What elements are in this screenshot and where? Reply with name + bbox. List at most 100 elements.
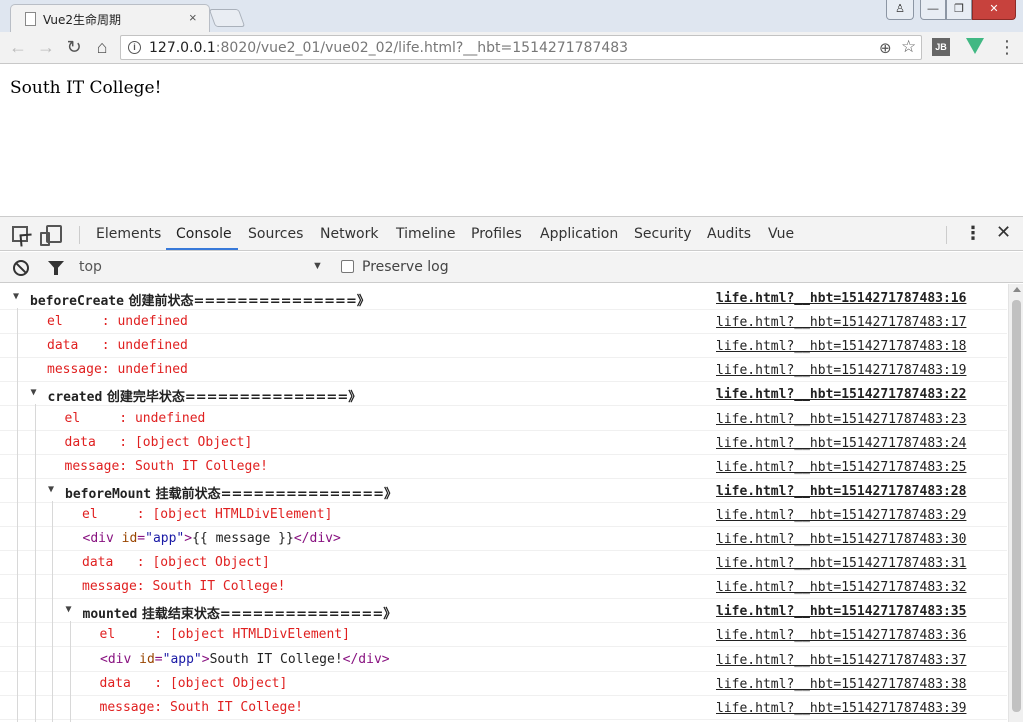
forward-arrow-icon[interactable]: → <box>36 37 56 57</box>
tab-audits[interactable]: Audits <box>707 226 751 242</box>
source-link[interactable]: life.html?__hbt=1514271787483:32 <box>716 580 966 595</box>
tab-elements[interactable]: Elements <box>96 226 161 242</box>
element-preview[interactable]: <div id="app">South IT College!</div> <box>100 652 390 667</box>
tab-profiles[interactable]: Profiles <box>471 226 522 242</box>
source-link[interactable]: life.html?__hbt=1514271787483:16 <box>716 291 966 306</box>
devtools-tabbar: Elements Console Sources Network Timelin… <box>0 216 1023 251</box>
devtools-close-icon[interactable]: ✕ <box>996 222 1011 243</box>
log-message: el : [object HTMLDivElement] <box>99 627 350 643</box>
html-tag-close: > <box>201 651 210 667</box>
context-selector[interactable]: top <box>79 259 102 275</box>
source-link[interactable]: life.html?__hbt=1514271787483:22 <box>716 387 966 402</box>
browser-menu-icon[interactable]: ⋮ <box>998 37 1016 58</box>
log-message: message: South IT College! <box>82 579 286 595</box>
source-link[interactable]: life.html?__hbt=1514271787483:28 <box>716 484 966 499</box>
address-bar[interactable]: i 127.0.0.1:8020/vue2_01/vue02_02/life.h… <box>120 35 922 60</box>
tab-close-icon[interactable]: × <box>189 10 197 25</box>
close-window-button[interactable]: ✕ <box>972 0 1016 20</box>
console-log-row: message: undefined life.html?__hbt=151427… <box>0 358 1007 383</box>
console-log-row: el : [object HTMLDivElement] life.html?__… <box>0 623 1007 648</box>
expand-triangle-icon[interactable]: ▼ <box>48 484 54 495</box>
page-icon <box>25 12 36 26</box>
back-arrow-icon[interactable]: ← <box>8 37 28 57</box>
info-icon[interactable]: i <box>128 41 141 54</box>
devtools-menu-icon[interactable]: ⋮ <box>964 223 982 244</box>
maximize-button[interactable]: ❐ <box>946 0 972 20</box>
browser-toolbar: ← → ↻ ⌂ i 127.0.0.1:8020/vue2_01/vue02_0… <box>0 32 1023 64</box>
expand-triangle-icon[interactable]: ▼ <box>31 387 37 398</box>
user-icon[interactable]: ♙ <box>886 0 914 20</box>
scroll-up-arrow-icon[interactable] <box>1013 287 1021 292</box>
console-group-header[interactable]: ▼ beforeCreate 创建前状态===============》 life.… <box>0 286 1007 310</box>
expand-triangle-icon[interactable]: ▼ <box>66 604 72 615</box>
source-link[interactable]: life.html?__hbt=1514271787483:31 <box>716 556 966 571</box>
minimize-button[interactable]: — <box>920 0 946 20</box>
tab-application[interactable]: Application <box>540 226 618 242</box>
clear-console-icon[interactable] <box>13 260 29 276</box>
html-end-tag: </div> <box>293 531 341 546</box>
source-link[interactable]: life.html?__hbt=1514271787483:29 <box>716 508 966 523</box>
source-link[interactable]: life.html?__hbt=1514271787483:35 <box>716 604 966 619</box>
source-link[interactable]: life.html?__hbt=1514271787483:18 <box>716 339 966 354</box>
jetbrains-extension-icon[interactable]: JB <box>932 38 950 56</box>
scroll-thumb[interactable] <box>1012 300 1021 712</box>
filter-icon[interactable] <box>48 261 64 275</box>
source-link[interactable]: life.html?__hbt=1514271787483:37 <box>716 653 966 668</box>
expand-triangle-icon[interactable]: ▼ <box>13 291 19 302</box>
inspect-element-icon[interactable] <box>12 226 28 242</box>
source-link[interactable]: life.html?__hbt=1514271787483:30 <box>716 532 966 547</box>
bookmark-star-icon[interactable]: ☆ <box>901 37 916 57</box>
html-open-tag: <div <box>100 651 140 667</box>
html-equals: = <box>154 651 163 667</box>
log-message: data : [object Object] <box>82 555 270 571</box>
console-scrollbar[interactable] <box>1008 284 1023 722</box>
preserve-log-checkbox[interactable] <box>341 260 354 273</box>
source-link[interactable]: life.html?__hbt=1514271787483:19 <box>716 363 966 378</box>
source-link[interactable]: life.html?__hbt=1514271787483:23 <box>716 412 966 427</box>
group-description: 挂载前状态===============》 <box>151 486 398 502</box>
url-text: 127.0.0.1:8020/vue2_01/vue02_02/life.htm… <box>149 40 628 56</box>
tab-sources[interactable]: Sources <box>248 226 303 242</box>
console-output[interactable]: ▼ beforeCreate 创建前状态===============》 life.… <box>0 284 1023 722</box>
tab-timeline[interactable]: Timeline <box>396 226 456 242</box>
source-link[interactable]: life.html?__hbt=1514271787483:39 <box>716 701 966 716</box>
element-preview[interactable]: <div id="app">{{ message }}</div> <box>83 531 341 546</box>
tab-security[interactable]: Security <box>634 226 692 242</box>
console-log-row: data : [object Object] life.html?__hbt=15… <box>0 551 1007 576</box>
log-message: el : undefined <box>64 410 206 426</box>
page-message: South IT College! <box>10 78 162 98</box>
group-label: beforeCreate 创建前状态===============》 <box>30 290 370 309</box>
url-path: :8020/vue2_01/vue02_02/life.html?__hbt=1… <box>215 40 629 56</box>
source-link[interactable]: life.html?__hbt=1514271787483:17 <box>716 315 966 330</box>
source-link[interactable]: life.html?__hbt=1514271787483:24 <box>716 436 966 451</box>
log-message: message: South IT College! <box>99 699 304 715</box>
zoom-icon[interactable]: ⊕ <box>879 39 892 57</box>
console-log-row: message: South IT College! life.html?__hb… <box>0 575 1007 600</box>
tab-network[interactable]: Network <box>320 226 378 242</box>
source-link[interactable]: life.html?__hbt=1514271787483:25 <box>716 460 966 475</box>
source-link[interactable]: life.html?__hbt=1514271787483:36 <box>716 628 966 643</box>
console-log-row: message: South IT College! life.html?__hb… <box>0 455 1007 479</box>
console-group-header[interactable]: ▼ beforeMount 挂载前状态===============》 life.h… <box>0 479 1007 503</box>
console-group-header[interactable]: ▼ created 创建完毕状态===============》 life.html… <box>0 382 1007 407</box>
new-tab-button[interactable] <box>208 9 246 27</box>
browser-tab[interactable]: Vue2生命周期 × <box>10 4 210 32</box>
preserve-log-label: Preserve log <box>362 259 449 275</box>
group-guide-line <box>34 404 36 722</box>
html-inner-text: {{ message }} <box>192 531 294 546</box>
html-attr-name: id <box>121 531 138 546</box>
tab-vue[interactable]: Vue <box>768 226 794 242</box>
source-link[interactable]: life.html?__hbt=1514271787483:38 <box>716 677 966 692</box>
reload-icon[interactable]: ↻ <box>64 37 84 57</box>
console-group-header[interactable]: ▼ mounted 挂载结束状态===============》 life.html… <box>0 599 1007 624</box>
html-open-tag: <div <box>82 531 122 546</box>
device-toolbar-icon[interactable] <box>40 225 62 246</box>
console-element-row: <div id="app">{{ message }}</div> life.ht… <box>0 527 1007 551</box>
vue-devtools-extension-icon[interactable] <box>966 38 984 54</box>
html-attr-value: "app" <box>162 651 202 667</box>
tab-console[interactable]: Console <box>176 226 232 242</box>
home-icon[interactable]: ⌂ <box>92 37 112 57</box>
console-toolbar: top ▼ Preserve log <box>0 252 1023 283</box>
log-message: message: undefined <box>47 362 188 378</box>
dropdown-arrow-icon[interactable]: ▼ <box>312 260 323 272</box>
